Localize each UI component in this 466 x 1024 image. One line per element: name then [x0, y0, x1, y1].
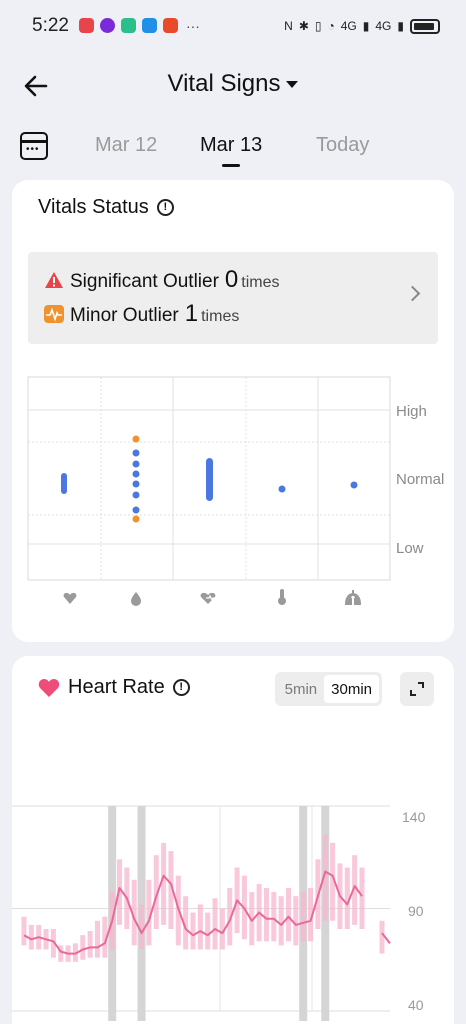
status-bar: 5:22 ··· N ✱ ▯ ◔ 4G ▮ 4G ▮	[0, 0, 466, 52]
signal-label-2: 4G	[375, 19, 392, 33]
vital-mark-normal	[132, 449, 140, 457]
vital-mark-normal	[132, 470, 140, 478]
caret-down-icon	[286, 81, 299, 89]
y-tick-label: 40	[408, 997, 424, 1013]
hr-range-bar	[212, 898, 218, 950]
hr-range-bar	[278, 896, 284, 946]
date-tab-selected[interactable]: Mar 13	[200, 134, 262, 167]
signal-label-1: 4G	[340, 19, 357, 33]
significant-outlier-label: Significant Outlier	[70, 271, 219, 292]
vital-mark-normal	[132, 491, 140, 499]
app-notification-icon	[141, 18, 157, 33]
system-icons: N ✱ ▯ ◔ 4G ▮ 4G ▮	[284, 18, 440, 34]
minor-outlier-row: Minor Outlier 1 times	[44, 300, 239, 328]
more-icon: ···	[185, 18, 200, 34]
expand-button[interactable]	[400, 672, 434, 706]
wifi-icon: ◔	[327, 19, 335, 33]
hr-range-bar	[161, 842, 167, 925]
app-notification-icon	[162, 18, 178, 33]
vitals-status-title-row: Vitals Status !	[38, 196, 174, 219]
nfc-icon: N	[284, 19, 293, 33]
vital-mark-temperature	[278, 485, 286, 493]
vital-mark-outlier	[132, 515, 140, 523]
heart-icon	[38, 678, 60, 697]
hr-range-bar	[293, 896, 299, 946]
header: Vital Signs	[0, 60, 466, 112]
battery-icon	[410, 18, 440, 34]
pulse-badge-icon	[44, 305, 64, 323]
hr-range-bar	[379, 920, 385, 954]
minor-outlier-unit: times	[201, 308, 240, 325]
signal-icon: ▮	[362, 19, 370, 33]
vitals-status-card: Vitals Status ! Significant Outlier 0 ti…	[12, 180, 454, 642]
app-notification-icon	[78, 18, 94, 33]
calendar-button[interactable]: •••	[20, 132, 48, 160]
vital-mark-normal	[132, 460, 140, 468]
app-notification-icon	[120, 18, 136, 33]
minor-outlier-label: Minor Outlier	[70, 305, 179, 326]
level-label-low: Low	[396, 540, 424, 557]
level-label-normal: Normal	[396, 471, 444, 488]
info-icon[interactable]: !	[156, 199, 174, 216]
interval-toggle: 5min 30min	[274, 672, 382, 706]
page-title: Vital Signs	[167, 70, 281, 97]
vital-mark-normal	[132, 506, 140, 514]
significant-outlier-row: Significant Outlier 0 times	[44, 266, 280, 294]
hr-range-bar	[21, 916, 27, 946]
y-tick-label: 90	[408, 903, 424, 919]
minor-outlier-count: 1	[184, 300, 199, 327]
interval-30min[interactable]: 30min	[324, 675, 379, 703]
vitals-status-chart: High Normal Low	[27, 376, 444, 606]
vital-mark-normal	[132, 480, 140, 488]
hr-range-bar	[190, 912, 196, 950]
interval-5min[interactable]: 5min	[278, 675, 325, 703]
hr-range-bar	[139, 904, 145, 950]
date-tab-prev[interactable]: Mar 12	[95, 134, 157, 157]
significant-outlier-count: 0	[224, 266, 239, 293]
bluetooth-icon: ✱	[298, 19, 309, 33]
significant-outlier-unit: times	[241, 274, 280, 291]
hr-range-bar	[197, 904, 203, 950]
hr-range-bar	[263, 888, 269, 942]
date-tab-today[interactable]: Today	[316, 134, 369, 157]
chevron-right-icon	[404, 285, 421, 302]
level-label-high: High	[396, 403, 427, 420]
info-icon[interactable]: !	[172, 679, 190, 696]
title-dropdown[interactable]: Vital Signs	[0, 70, 466, 98]
warning-icon	[45, 272, 63, 288]
heart-icon	[63, 592, 77, 604]
hr-range-bar	[271, 892, 277, 942]
hr-range-bar	[94, 920, 100, 958]
notification-icons: ···	[78, 18, 200, 34]
vibrate-icon: ▯	[314, 19, 322, 33]
heart-rate-chart: 140 90 40	[12, 805, 426, 1021]
drop-icon	[131, 592, 141, 606]
y-tick-label: 140	[402, 809, 426, 825]
status-time: 5:22	[32, 15, 69, 36]
vital-mark-heart-rate	[61, 473, 67, 494]
hr-range-bar	[205, 912, 211, 950]
hr-range-bar	[359, 867, 365, 929]
vital-mark-outlier	[132, 435, 140, 443]
vitals-status-title: Vitals Status	[38, 196, 149, 218]
outlier-summary[interactable]: Significant Outlier 0 times Minor Outlie…	[28, 252, 438, 344]
hr-range-bar	[300, 892, 306, 942]
lungs-icon	[344, 590, 362, 605]
heart-rate-title-row: Heart Rate !	[38, 676, 190, 699]
heart-rate-card: Heart Rate ! 5min 30min 140 90 40	[12, 656, 454, 1024]
app-notification-icon	[99, 18, 115, 33]
vital-mark-respiration	[350, 481, 358, 489]
signal-icon: ▮	[397, 19, 404, 33]
hr-range-bar	[87, 931, 93, 958]
date-selector: ••• Mar 12 Mar 13 Today	[0, 122, 466, 172]
hr-range-bar	[80, 935, 86, 960]
calendar-icon: •••	[26, 144, 40, 155]
hr-range-bar	[286, 888, 292, 942]
heart-rate-title: Heart Rate	[68, 676, 165, 698]
vital-mark-hrv	[206, 458, 213, 501]
expand-icon	[410, 682, 424, 696]
